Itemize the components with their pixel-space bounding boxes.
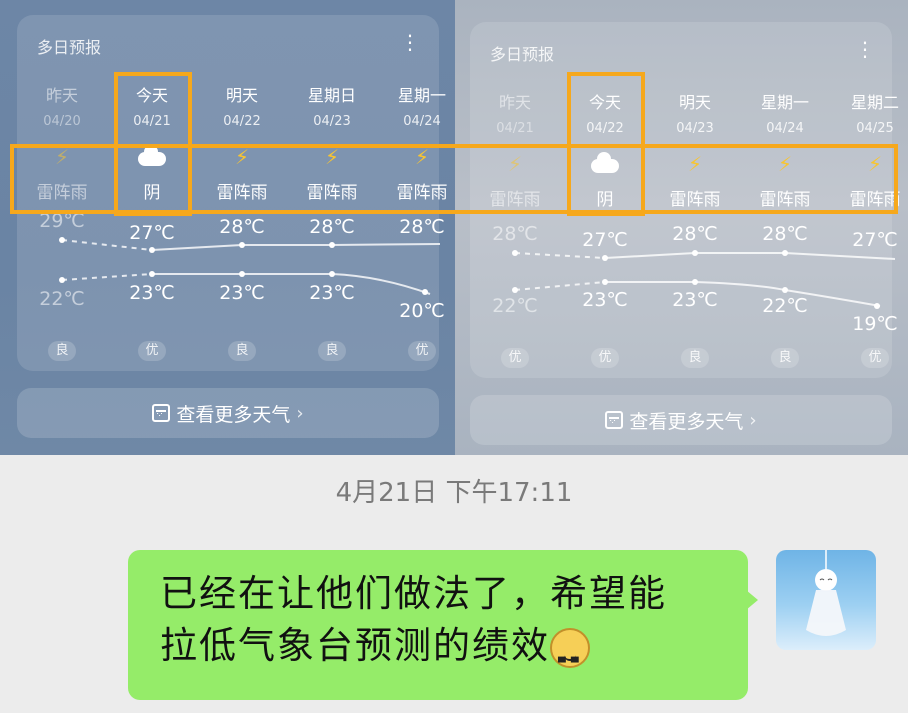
day-column[interactable]: 明天 04/22 <box>202 82 282 129</box>
day-date: 04/25 <box>856 121 894 136</box>
high-temp: 28℃ <box>762 223 808 245</box>
day-name: 星期一 <box>397 86 446 105</box>
message-bubble-tail <box>746 590 758 610</box>
low-temp: 23℃ <box>309 282 355 304</box>
day-date: 04/22 <box>223 114 261 129</box>
low-temp: 20℃ <box>399 300 445 322</box>
low-temp: 23℃ <box>672 289 718 311</box>
day-name: 昨天 <box>498 93 531 112</box>
low-temp: 22℃ <box>492 295 538 317</box>
low-temp: 23℃ <box>219 282 265 304</box>
more-weather-label: 查看更多天气 <box>629 410 744 433</box>
day-date: 04/21 <box>496 121 534 136</box>
message-text: 已经在让他们做法了，希望能 拉低气象台预测的绩效 <box>160 568 730 690</box>
high-temp: 27℃ <box>582 229 628 251</box>
chevron-right-icon: › <box>749 409 757 431</box>
high-temp: 27℃ <box>852 229 898 251</box>
teru-teru-bozu-icon <box>806 550 846 636</box>
weather-panel-left: 多日预报 ⋮ 昨天 04/20 今天 04/21 明天 04/22 星期日 04… <box>0 0 455 455</box>
day-name: 星期二 <box>850 93 899 112</box>
day-date: 04/20 <box>43 114 81 129</box>
aqi-badge: 优 <box>138 341 166 361</box>
more-weather-button[interactable]: 查看更多天气› <box>470 395 892 445</box>
day-date: 04/23 <box>313 114 351 129</box>
more-weather-label: 查看更多天气 <box>176 403 291 426</box>
day-column[interactable]: 星期日 04/23 <box>292 82 372 129</box>
day-date: 04/24 <box>766 121 804 136</box>
calendar-icon <box>152 404 171 422</box>
aqi-badge: 良 <box>48 341 76 361</box>
today-highlight-left <box>114 72 192 216</box>
user-avatar[interactable] <box>776 550 876 650</box>
day-name: 昨天 <box>45 86 78 105</box>
day-column[interactable]: 昨天 04/21 <box>475 89 555 136</box>
aqi-badge: 良 <box>228 341 256 361</box>
more-weather-button[interactable]: 查看更多天气› <box>17 388 439 438</box>
day-column[interactable]: 星期二 04/25 <box>835 89 908 136</box>
high-temp: 27℃ <box>129 222 175 244</box>
chevron-right-icon: › <box>296 402 304 424</box>
aqi-badge: 优 <box>591 348 619 368</box>
day-name: 明天 <box>225 86 258 105</box>
day-column[interactable]: 明天 04/23 <box>655 89 735 136</box>
day-name: 星期日 <box>307 86 356 105</box>
day-column[interactable]: 星期一 04/24 <box>382 82 455 129</box>
high-temp: 28℃ <box>672 223 718 245</box>
today-highlight-right <box>567 72 645 216</box>
aqi-badge: 优 <box>408 341 436 361</box>
high-temp: 28℃ <box>309 216 355 238</box>
high-temp: 28℃ <box>492 223 538 245</box>
aqi-badge: 良 <box>318 341 346 361</box>
low-temp: 19℃ <box>852 313 898 335</box>
aqi-badge: 优 <box>501 348 529 368</box>
day-date: 04/24 <box>403 114 441 129</box>
message-line: 拉低气象台预测的绩效 <box>160 624 550 667</box>
day-name: 星期一 <box>760 93 809 112</box>
aqi-badge: 良 <box>771 348 799 368</box>
aqi-badge: 良 <box>681 348 709 368</box>
calendar-icon <box>605 411 624 429</box>
cat-face-emoji <box>550 627 590 690</box>
high-temp: 28℃ <box>219 216 265 238</box>
message-line: 已经在让他们做法了，希望能 <box>160 572 667 615</box>
day-date: 04/23 <box>676 121 714 136</box>
low-temp: 23℃ <box>129 282 175 304</box>
day-name: 明天 <box>678 93 711 112</box>
day-column[interactable]: 星期一 04/24 <box>745 89 825 136</box>
low-temp: 22℃ <box>762 295 808 317</box>
message-timestamp: 4月21日 下午17:11 <box>335 478 573 508</box>
high-temp: 28℃ <box>399 216 445 238</box>
low-temp: 22℃ <box>39 288 85 310</box>
low-temp: 23℃ <box>582 289 628 311</box>
aqi-badge: 优 <box>861 348 889 368</box>
day-column[interactable]: 昨天 04/20 <box>22 82 102 129</box>
weather-panel-right: 多日预报 ⋮ 昨天 04/21 今天 04/22 明天 04/23 星期一 04… <box>455 0 908 455</box>
